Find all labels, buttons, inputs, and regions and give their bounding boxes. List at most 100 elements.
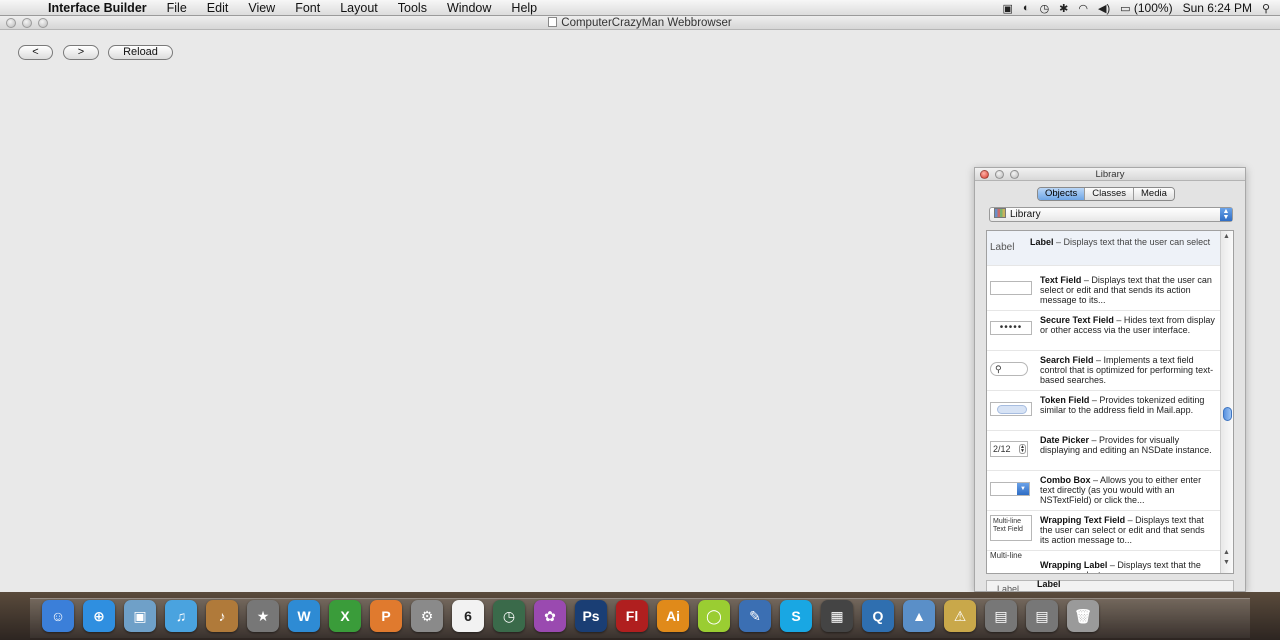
list-item-desc: Label – Displays text that the user can … bbox=[1030, 237, 1211, 247]
text-field-thumbnail bbox=[990, 281, 1032, 295]
date-picker-thumbnail: 2/12 ▲ ▼ bbox=[990, 441, 1032, 457]
scroll-down-arrow-icon[interactable]: ▼ bbox=[1223, 559, 1230, 566]
dock: ☺ ⊕ ▣ ♫ ♪ ★ W X P ⚙ 6 ◷ ✿ Ps Fl Ai ◯ ✎ S ▦ Q ▲ ⚠ ▤ ▤ 🗑 bbox=[0, 592, 1280, 640]
sync-icon[interactable]: ◐ bbox=[1023, 2, 1030, 14]
powerpoint-icon[interactable]: P bbox=[370, 600, 402, 632]
library-group-select[interactable]: Library ▲ ▼ bbox=[989, 207, 1233, 222]
magnifier-icon: ⚲ bbox=[995, 364, 1002, 374]
list-item-desc: Wrapping Label – Displays text that the … bbox=[1040, 560, 1201, 573]
finder-icon[interactable]: ☺ bbox=[42, 600, 74, 632]
flash-icon[interactable]: Fl bbox=[616, 600, 648, 632]
battery-icon: ▭ bbox=[1120, 3, 1131, 15]
time-machine-icon[interactable]: ◷ bbox=[1040, 2, 1050, 15]
time-machine-icon[interactable]: ◷ bbox=[493, 600, 525, 632]
tab-objects[interactable]: Objects bbox=[1038, 188, 1086, 200]
detail-name: Label bbox=[1037, 579, 1061, 589]
xcode-icon[interactable]: ✎ bbox=[739, 600, 771, 632]
list-item-date-picker[interactable]: 2/12 ▲ ▼ Date Picker – Provides for visual… bbox=[987, 431, 1220, 471]
list-item-desc: Wrapping Text Field – Displays text that… bbox=[1040, 515, 1205, 545]
secure-field-thumbnail: ••••• bbox=[990, 321, 1032, 335]
menu-help[interactable]: Help bbox=[501, 0, 547, 16]
library-scrollbar[interactable]: ▲ ▲ ▼ bbox=[1220, 231, 1233, 573]
menu-edit[interactable]: Edit bbox=[197, 0, 239, 16]
list-item-wrapping-label[interactable]: Multi-line Wrapping Label – Displays tex… bbox=[987, 551, 1220, 573]
library-panel: Library Objects Classes Media Library ▲ ▼… bbox=[974, 167, 1246, 592]
list-item-desc: Search Field – Implements a text field c… bbox=[1040, 355, 1214, 385]
menu-file[interactable]: File bbox=[157, 0, 197, 16]
illustrator-icon[interactable]: Ai bbox=[657, 600, 689, 632]
wrapping-label-thumbnail: Multi-line bbox=[990, 551, 1023, 560]
window-titlebar[interactable]: ComputerCrazyMan Webbrowser bbox=[0, 16, 1280, 30]
menu-app-interface-builder[interactable]: Interface Builder bbox=[38, 0, 157, 16]
document-icon bbox=[548, 17, 558, 27]
quicktime-icon[interactable]: Q bbox=[862, 600, 894, 632]
tab-classes[interactable]: Classes bbox=[1085, 188, 1135, 200]
ical-icon[interactable]: 6 bbox=[452, 600, 484, 632]
window-title: ComputerCrazyMan Webbrowser bbox=[0, 16, 1280, 30]
list-item-token-field[interactable]: Token Field – Provides tokenized editing… bbox=[987, 391, 1220, 431]
imovie-icon[interactable]: ★ bbox=[247, 600, 279, 632]
library-books-icon bbox=[994, 208, 1006, 218]
bluetooth-icon[interactable]: ✱ bbox=[1059, 2, 1068, 15]
screen-record-icon[interactable]: ▣ bbox=[1003, 2, 1013, 15]
battery-percent: (100%) bbox=[1133, 1, 1173, 15]
library-detail-pane: Label Label bbox=[986, 579, 1234, 591]
menu-view[interactable]: View bbox=[238, 0, 285, 16]
scroll-up-icon[interactable]: ▲ bbox=[1223, 233, 1230, 240]
list-item-desc: Token Field – Provides tokenized editing… bbox=[1040, 395, 1205, 415]
library-select-value: Library bbox=[1010, 209, 1041, 220]
downloads-stack-icon[interactable]: ▤ bbox=[985, 600, 1017, 632]
list-item-desc: Text Field – Displays text that the user… bbox=[1040, 275, 1212, 305]
scroll-thumb[interactable] bbox=[1223, 407, 1232, 421]
tab-media[interactable]: Media bbox=[1134, 188, 1174, 200]
safari-icon[interactable]: ⊕ bbox=[83, 600, 115, 632]
token-field-thumbnail bbox=[990, 402, 1032, 416]
clock[interactable]: Sun 6:24 PM bbox=[1183, 1, 1252, 15]
list-item-desc: Date Picker – Provides for visually disp… bbox=[1040, 435, 1212, 455]
forward-button[interactable]: > bbox=[63, 45, 99, 60]
library-titlebar[interactable]: Library bbox=[975, 168, 1245, 181]
wifi-icon[interactable]: ◠ bbox=[1078, 2, 1088, 15]
menu-extras: ▣ ◐ ◷ ✱ ◠ ◀) ▭ (100%) Sun 6:24 PM ⚲ bbox=[1003, 0, 1280, 16]
label-thumbnail: Label bbox=[990, 242, 1015, 253]
instruments-icon[interactable]: ⚠ bbox=[944, 600, 976, 632]
menu-font[interactable]: Font bbox=[285, 0, 330, 16]
preview-icon[interactable]: ▣ bbox=[124, 600, 156, 632]
menu-window[interactable]: Window bbox=[437, 0, 501, 16]
menu-layout[interactable]: Layout bbox=[330, 0, 388, 16]
battery-status[interactable]: ▭ (100%) bbox=[1120, 1, 1172, 15]
list-item-text-field[interactable]: Text Field – Displays text that the user… bbox=[987, 271, 1220, 311]
list-item-label[interactable]: Label Label – Displays text that the use… bbox=[987, 231, 1220, 266]
reload-button[interactable]: Reload bbox=[108, 45, 173, 60]
system-prefs-icon[interactable]: ⚙ bbox=[411, 600, 443, 632]
iphoto-icon[interactable]: ▲ bbox=[903, 600, 935, 632]
library-title: Library bbox=[1095, 169, 1125, 180]
skype-icon[interactable]: S bbox=[780, 600, 812, 632]
wrapping-text-field-thumbnail: Multi-line Text Field bbox=[990, 515, 1032, 541]
photoshop-icon[interactable]: Ps bbox=[575, 600, 607, 632]
library-object-list[interactable]: Label Label – Displays text that the use… bbox=[986, 230, 1234, 574]
list-item-secure-text-field[interactable]: ••••• Secure Text Field – Hides text fro… bbox=[987, 311, 1220, 351]
select-arrows-icon: ▲ ▼ bbox=[1220, 208, 1232, 221]
trash-icon[interactable]: 🗑 bbox=[1067, 600, 1099, 632]
list-item-wrapping-text-field[interactable]: Multi-line Text Field Wrapping Text Fiel… bbox=[987, 511, 1220, 551]
clapperboard-icon[interactable]: ▦ bbox=[821, 600, 853, 632]
itunes-icon[interactable]: ♫ bbox=[165, 600, 197, 632]
spotlight-icon[interactable]: ⚲ bbox=[1262, 2, 1270, 15]
list-item-combo-box[interactable]: ▼ Combo Box – Allows you to either enter… bbox=[987, 471, 1220, 511]
excel-icon[interactable]: X bbox=[329, 600, 361, 632]
list-item-desc: Combo Box – Allows you to either enter t… bbox=[1040, 475, 1202, 505]
list-item-search-field[interactable]: ⚲ Search Field – Implements a text field… bbox=[987, 351, 1220, 391]
list-item-desc: Secure Text Field – Hides text from disp… bbox=[1040, 315, 1215, 335]
combo-box-thumbnail: ▼ bbox=[990, 482, 1032, 496]
word-icon[interactable]: W bbox=[288, 600, 320, 632]
documents-stack-icon[interactable]: ▤ bbox=[1026, 600, 1058, 632]
menu-tools[interactable]: Tools bbox=[388, 0, 437, 16]
scroll-up-arrow-icon[interactable]: ▲ bbox=[1223, 549, 1230, 556]
photo-booth-icon[interactable]: ✿ bbox=[534, 600, 566, 632]
dreamweaver-icon[interactable]: ◯ bbox=[698, 600, 730, 632]
garageband-icon[interactable]: ♪ bbox=[206, 600, 238, 632]
volume-icon[interactable]: ◀) bbox=[1098, 2, 1110, 15]
back-button[interactable]: < bbox=[18, 45, 53, 60]
library-tabs: Objects Classes Media bbox=[1037, 187, 1175, 201]
